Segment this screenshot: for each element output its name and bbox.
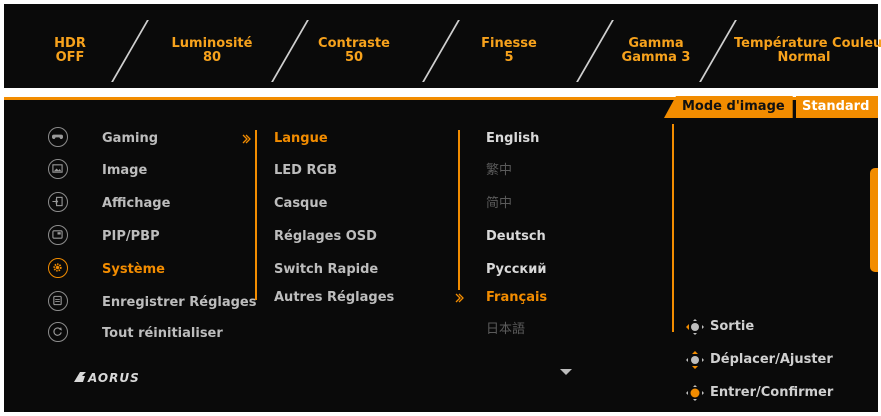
stat-color-temp: Température Couleur Normal (734, 36, 881, 65)
option-russian[interactable]: Русский (486, 262, 546, 278)
stat-contrast: Contraste 50 (314, 37, 394, 65)
scroll-down-icon[interactable] (560, 369, 572, 375)
submenu-item-led-rgb[interactable]: LED RGB (274, 163, 337, 179)
joystick-left-icon (686, 319, 704, 335)
submenu-item-other-settings[interactable]: Autres Réglages (274, 290, 394, 306)
option-francais[interactable]: Français (486, 290, 547, 306)
joystick-press-icon (686, 385, 704, 401)
menu-item-display[interactable]: Affichage (102, 196, 170, 212)
option-deutsch[interactable]: Deutsch (486, 229, 546, 245)
submenu-item-quick-switch[interactable]: Switch Rapide (274, 262, 378, 278)
stat-hdr-value: OFF (55, 50, 85, 65)
gear-icon (48, 258, 68, 278)
menu-item-system[interactable]: Système (102, 262, 165, 278)
reset-icon (48, 322, 68, 342)
stat-gamma-value: Gamma 3 (621, 50, 691, 65)
separator (271, 20, 309, 82)
stat-sharpness: Finesse 5 (479, 37, 539, 65)
submenu-item-headset[interactable]: Casque (274, 196, 327, 212)
chevron-right-icon (242, 134, 251, 144)
separator (699, 20, 737, 82)
separator (422, 20, 460, 82)
stat-contrast-value: 50 (344, 50, 364, 65)
hint-exit: Sortie (710, 319, 755, 334)
submenu-item-osd-settings[interactable]: Réglages OSD (274, 229, 377, 245)
aorus-logo: AORUS (74, 371, 140, 384)
option-traditional-chinese[interactable]: 繁中 (486, 163, 512, 179)
separator (111, 20, 149, 82)
gamepad-icon (48, 127, 68, 147)
picture-mode-label: Mode d'image (664, 96, 793, 118)
stat-color-temp-label: Température Couleur (734, 36, 881, 51)
brand-text: AORUS (87, 371, 140, 384)
stat-hdr-label: HDR (54, 36, 86, 51)
menu-item-gaming[interactable]: Gaming (102, 131, 158, 147)
hint-enter-confirm: Entrer/Confirmer (710, 385, 834, 400)
picture-icon (48, 159, 68, 179)
stat-sharpness-value: 5 (504, 50, 514, 65)
save-icon (48, 291, 68, 311)
menu-item-pip-pbp[interactable]: PIP/PBP (102, 229, 160, 245)
stat-hdr: HDR OFF (52, 37, 88, 65)
hint-move-adjust: Déplacer/Ajuster (710, 352, 833, 367)
column-divider (255, 130, 257, 300)
submenu-item-language[interactable]: Langue (274, 131, 328, 147)
input-icon (48, 192, 68, 212)
option-english[interactable]: English (486, 131, 539, 147)
stat-gamma-label: Gamma (628, 36, 684, 51)
stat-contrast-label: Contraste (318, 36, 390, 51)
separator (576, 20, 614, 82)
menu-item-save-settings[interactable]: Enregistrer Réglages (102, 295, 256, 311)
option-simplified-chinese[interactable]: 简中 (486, 196, 512, 212)
scroll-indicator (870, 168, 878, 272)
chevron-right-icon (455, 293, 464, 303)
menu-item-reset-all[interactable]: Tout réinitialiser (102, 326, 223, 342)
menu-item-picture[interactable]: Image (102, 163, 147, 179)
top-status-bar: HDR OFF Luminosité 80 Contraste 50 Fines… (4, 4, 881, 88)
stat-brightness-label: Luminosité (171, 36, 253, 51)
column-divider (672, 124, 674, 332)
osd-screen: HDR OFF Luminosité 80 Contraste 50 Fines… (0, 0, 881, 416)
stat-color-temp-value: Normal (777, 50, 831, 65)
joystick-updown-icon (686, 351, 704, 369)
stat-brightness-value: 80 (202, 50, 222, 65)
picture-mode-value: Standard (796, 96, 878, 118)
option-japanese[interactable]: 日本語 (486, 322, 525, 338)
column-divider (458, 130, 460, 290)
stat-sharpness-label: Finesse (481, 36, 537, 51)
pip-icon (48, 225, 68, 245)
stat-brightness: Luminosité 80 (167, 37, 257, 65)
stat-gamma: Gamma Gamma 3 (616, 37, 696, 65)
